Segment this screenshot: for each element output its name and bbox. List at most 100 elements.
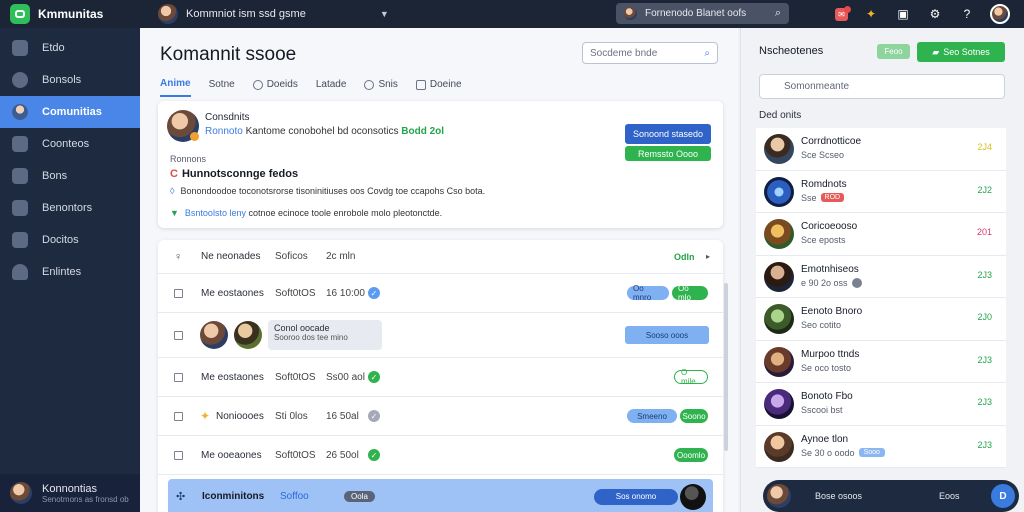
sidebar-user-avatar (10, 482, 32, 504)
row-col3: 16 50al (326, 410, 359, 422)
table-row[interactable]: Conol oocade Sooroo dos tee mino Sooso o… (158, 313, 723, 358)
sidebar-item-7[interactable]: Enlintes (0, 256, 140, 288)
tab-4[interactable]: Snis (364, 78, 398, 97)
row-pill[interactable]: Oo mlo (672, 284, 708, 302)
pin-icon[interactable]: ♀ (174, 251, 182, 263)
right-panel-pill[interactable]: Feoo (877, 44, 910, 59)
sidebar-item-5[interactable]: Benontors (0, 192, 140, 224)
help-icon[interactable]: ? (958, 5, 976, 23)
row-checkbox[interactable] (174, 450, 183, 460)
puzzle-icon[interactable]: ✦ (862, 5, 880, 23)
post-link[interactable]: Bsntoolsto leny (185, 208, 246, 218)
post-body-line: ◊ Bonondoodoe toconotsrorse tisoninitiuse… (170, 186, 485, 196)
top-search-field[interactable]: Fornenodo Blanet oofs ⌕ (616, 3, 789, 24)
right-panel-button[interactable]: ▰ Seo Sotnes (917, 42, 1005, 62)
post-heading-text: Hunnotsconnge fedos (181, 168, 299, 180)
contact-item[interactable]: Emotnhiseos e 90 2o oss 2J3 (756, 255, 1006, 298)
row-tag[interactable]: Oola (344, 491, 375, 502)
sidebar-item-label: Bonsols (42, 74, 82, 86)
window-icon[interactable]: ▣ (894, 5, 912, 23)
tab-5[interactable]: Doeine (415, 78, 462, 97)
check-icon: ✓ (368, 410, 380, 422)
contact-item[interactable]: Eenoto Bnoro Seo cotito 2J0 (756, 298, 1006, 341)
sidebar-item-4[interactable]: Bons (0, 160, 140, 192)
row-pill[interactable]: Ooomlo (674, 448, 708, 462)
contact-search-input[interactable]: Somonmeante (759, 74, 1005, 99)
row-col3: 2c mln (326, 251, 356, 262)
search-icon[interactable]: ⌕ (775, 7, 781, 20)
tab-2[interactable]: Doeids (252, 78, 298, 97)
secondary-action-button[interactable]: Remssto Oooo (625, 146, 711, 161)
row-pill[interactable]: Oo mnro (627, 284, 669, 302)
contact-item[interactable]: Murpoo ttnds Se oco tosto 2J3 (756, 340, 1006, 383)
contact-item[interactable]: Coricoeooso Sce eposts 201 (756, 213, 1006, 256)
post-author-name[interactable]: Consdnits (205, 112, 249, 123)
row-pill[interactable]: Smeeno (627, 409, 677, 423)
settings-icon[interactable]: ⚙ (926, 5, 944, 23)
selected-row[interactable]: ✣ Iconminitons Soffoo Oola Sos onomo (168, 479, 713, 512)
table-row[interactable]: ✦ Nonioooes Sti 0los 16 50al ✓ Smeeno So… (158, 397, 723, 436)
row-pill[interactable]: Sos onomo (594, 488, 678, 505)
sidebar-item-0[interactable]: Etdo (0, 32, 140, 64)
chat-bar[interactable]: Bose osoos Eoos D (763, 480, 1019, 512)
row-pill[interactable]: Sooso ooos (625, 326, 709, 344)
tab-0[interactable]: Anime (160, 78, 191, 97)
contact-status-text: Seo cotito (801, 320, 842, 330)
contact-item[interactable]: Corrdnotticoe Sce Scseo 2J4 (756, 128, 1006, 171)
member-avatar[interactable] (200, 321, 228, 349)
table-row[interactable]: Me eostaones Soft0tOS Ss00 aol ✓ O mile (158, 358, 723, 397)
contact-name: Emotnhiseos (801, 263, 859, 275)
row-avatar[interactable] (680, 483, 706, 510)
sidebar-item-6[interactable]: Docitos (0, 224, 140, 256)
main-search-placeholder: Socdeme bnde (590, 47, 658, 59)
profile-avatar[interactable] (990, 4, 1010, 24)
check-icon: ✓ (368, 287, 380, 299)
contact-count: 2J2 (977, 184, 992, 195)
app-logo-icon (10, 4, 30, 24)
main-content: Komannit ssooe Socdeme bnde ⌕ Anime Sotn… (140, 28, 738, 512)
notifications-icon[interactable]: ✉ (835, 5, 851, 21)
row-col3: Ss00 aol (326, 371, 365, 383)
tab-label: Snis (378, 79, 398, 90)
main-scrollbar[interactable] (724, 283, 728, 451)
contact-item[interactable]: Romdnots Sse ROD 2J2 (756, 170, 1006, 213)
row-checkbox[interactable] (174, 288, 183, 298)
contact-item[interactable]: Bonoto Fbo Sscooi bst 2J3 (756, 383, 1006, 426)
home-icon (12, 40, 28, 56)
tab-3[interactable]: Latade (316, 78, 347, 97)
member-avatar[interactable] (234, 321, 262, 349)
send-button[interactable]: D (991, 484, 1015, 508)
row-pill[interactable]: O mile (674, 368, 708, 386)
row-title: Me eostaones (201, 287, 264, 299)
sidebar-item-1[interactable]: Bonsols (0, 64, 140, 96)
contact-status: Seo cotito (801, 320, 841, 330)
table-row[interactable]: Me eostaones Soft0tOS 16 10:00 ✓ Oo mnro… (158, 274, 723, 313)
sidebar-item-3[interactable]: Coonteos (0, 128, 140, 160)
right-panel-button-label: Seo Sotnes (943, 47, 990, 57)
sidebar-item-2[interactable]: Comunitias (0, 96, 140, 128)
main-search-input[interactable]: Socdeme bnde ⌕ (582, 42, 718, 64)
search-avatar (624, 7, 637, 20)
filter-icon[interactable]: ⌕ (704, 48, 710, 59)
tab-icon (364, 79, 375, 90)
account-switcher[interactable]: Kommniot ism ssd gsme ▼ (158, 4, 389, 24)
primary-action-button[interactable]: Sonoond stasedo (625, 124, 711, 144)
row-pill[interactable]: Soono (680, 409, 708, 423)
row-checkbox[interactable] (174, 372, 183, 382)
member-chip[interactable]: Conol oocade Sooroo dos tee mino (268, 320, 382, 350)
tab-1[interactable]: Sotne (209, 78, 235, 97)
row-checkbox[interactable] (174, 411, 183, 421)
app-brand[interactable]: Kmmunitas (0, 4, 140, 24)
top-search-text: Fornenodo Blanet oofs (645, 8, 747, 19)
post-sub-link[interactable]: Ronnoto (205, 126, 243, 137)
sidebar: Etdo Bonsols Comunitias Coonteos Bons Be… (0, 28, 140, 512)
chevron-right-icon[interactable]: ▸ (706, 252, 710, 261)
puzzle-icon: ✣ (176, 491, 186, 503)
sidebar-item-label: Benontors (42, 202, 93, 214)
sidebar-user[interactable]: Konnontias Senotmons as fronsd ob (0, 474, 140, 512)
star-icon: ✦ (200, 409, 211, 423)
contact-item[interactable]: Aynoe tlon Se 30 o oodo Sooo 2J3 (756, 425, 1006, 468)
row-checkbox[interactable] (174, 330, 183, 340)
table-row[interactable]: Me ooeaones Soft0tOS 26 50ol ✓ Ooomlo (158, 436, 723, 475)
row-col2: Soft0tOS (275, 449, 316, 461)
